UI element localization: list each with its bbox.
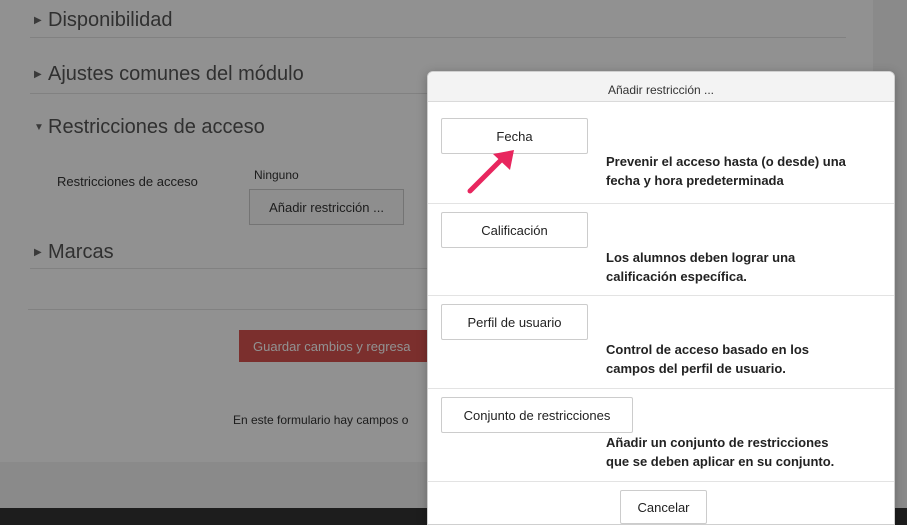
option-description: Los alumnos deben lograr una calificació… (606, 248, 891, 286)
add-restriction-dialog: Añadir restricción ... Fecha Prevenir el… (427, 71, 895, 525)
pointer-arrow-icon (467, 150, 514, 194)
description-line: Los alumnos deben lograr una (606, 250, 796, 265)
option-perfil-usuario: Perfil de usuario Control de acceso basa… (428, 296, 894, 389)
option-description: Control de acceso basado en los campos d… (606, 340, 891, 378)
description-line: calificación específica. (606, 269, 747, 284)
option-description: Añadir un conjunto de restricciones que … (606, 433, 891, 471)
cancel-button[interactable]: Cancelar (620, 490, 707, 524)
calificacion-button[interactable]: Calificación (441, 212, 588, 248)
description-line: fecha y hora predeterminada (606, 173, 784, 188)
description-line: Prevenir el acceso hasta (o desde) una (606, 154, 846, 169)
option-conjunto-restricciones: Conjunto de restricciones Añadir un conj… (428, 389, 894, 482)
description-line: Control de acceso basado en los (606, 342, 809, 357)
dialog-title: Añadir restricción ... (428, 72, 894, 102)
option-calificacion: Calificación Los alumnos deben lograr un… (428, 204, 894, 296)
perfil-usuario-button[interactable]: Perfil de usuario (441, 304, 588, 340)
description-line: que se deben aplicar en su conjunto. (606, 454, 835, 469)
conjunto-restricciones-button[interactable]: Conjunto de restricciones (441, 397, 633, 433)
description-line: campos del perfil de usuario. (606, 361, 786, 376)
description-line: Añadir un conjunto de restricciones (606, 435, 829, 450)
option-description: Prevenir el acceso hasta (o desde) una f… (606, 152, 891, 190)
